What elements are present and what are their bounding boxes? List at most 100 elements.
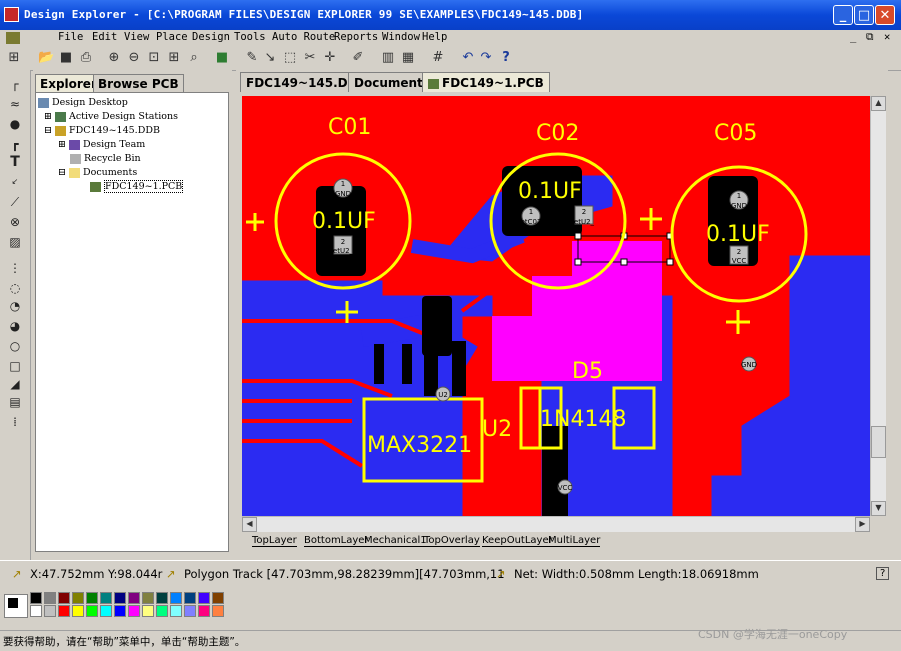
arc-any-tool-icon[interactable]: ◕: [7, 318, 23, 334]
color-swatch[interactable]: [184, 592, 196, 604]
color-swatch[interactable]: [100, 605, 112, 617]
tree-item-database[interactable]: ⊟ FDC149~145.DDB: [44, 125, 160, 136]
component-tool-icon[interactable]: ⋮: [7, 260, 23, 276]
current-color-indicator[interactable]: [4, 594, 28, 618]
color-swatch[interactable]: [72, 592, 84, 604]
color-swatch[interactable]: [100, 592, 112, 604]
wire-tool-icon[interactable]: ≈: [7, 96, 23, 112]
deselect-icon[interactable]: ✂: [302, 50, 318, 66]
color-swatch[interactable]: [170, 605, 182, 617]
redo-icon[interactable]: ↷: [478, 50, 494, 66]
layer-tab-mechanical1[interactable]: Mechanical1: [364, 535, 427, 547]
via-tool-icon[interactable]: ┏: [7, 136, 23, 152]
color-swatch[interactable]: [170, 592, 182, 604]
horizontal-scrollbar[interactable]: ◀ ▶: [242, 516, 870, 532]
zoom-last-icon[interactable]: ⌕: [186, 50, 202, 66]
component-icon[interactable]: ▦: [400, 50, 416, 66]
status-help-button[interactable]: ?: [876, 567, 890, 580]
title-bar[interactable]: Design Explorer - [C:\PROGRAM FILES\DESI…: [0, 0, 901, 30]
maximize-button[interactable]: □: [854, 5, 874, 25]
layer-tab-multilayer[interactable]: MultiLayer: [548, 535, 601, 547]
color-swatch[interactable]: [198, 605, 210, 617]
menu-reports[interactable]: Reports: [334, 31, 378, 43]
color-swatch[interactable]: [156, 592, 168, 604]
mdi-close-button[interactable]: ✕: [884, 31, 890, 43]
browse-icon[interactable]: ■: [214, 50, 230, 66]
array-tool-icon[interactable]: ⁞: [7, 414, 23, 430]
tab-pcb-file[interactable]: FDC149~1.PCB: [422, 72, 550, 92]
text-tool-icon[interactable]: T: [7, 154, 23, 170]
print-icon[interactable]: ⎙: [78, 50, 94, 66]
cross-probe-icon[interactable]: ✎: [244, 50, 260, 66]
pcb-drawing[interactable]: C01 C02 C05 0.1UF 0.1UF 0.1UF D5 1N4148 …: [242, 96, 870, 516]
tab-browse-pcb[interactable]: Browse PCB: [93, 74, 184, 92]
split-plane-tool-icon[interactable]: ▤: [7, 394, 23, 410]
color-swatch[interactable]: [212, 592, 224, 604]
color-swatch[interactable]: [30, 592, 42, 604]
color-swatch[interactable]: [44, 605, 56, 617]
color-swatch[interactable]: [128, 592, 140, 604]
explorer-tree[interactable]: Design Desktop ⊞ Active Design Stations …: [35, 92, 229, 552]
color-swatch[interactable]: [114, 592, 126, 604]
scroll-left-button[interactable]: ◀: [242, 517, 257, 532]
tree-item-documents[interactable]: ⊟ Documents: [58, 167, 137, 178]
color-swatch[interactable]: [44, 592, 56, 604]
coordinate-tool-icon[interactable]: ↙: [7, 174, 23, 190]
color-swatch[interactable]: [114, 605, 126, 617]
color-swatch[interactable]: [184, 605, 196, 617]
menu-edit[interactable]: Edit: [92, 31, 117, 43]
help-icon[interactable]: ?: [498, 50, 514, 66]
scroll-up-button[interactable]: ▲: [871, 96, 886, 111]
room-tool-icon[interactable]: ▨: [7, 234, 23, 250]
layer-tab-bottom[interactable]: BottomLayer: [304, 535, 369, 547]
undo-icon[interactable]: ↶: [460, 50, 476, 66]
color-swatch[interactable]: [86, 605, 98, 617]
layer-tab-keepout[interactable]: KeepOutLayer: [482, 535, 553, 547]
fill-tool-icon[interactable]: □: [7, 358, 23, 374]
color-swatch[interactable]: [86, 592, 98, 604]
menu-auto-route[interactable]: Auto Route: [272, 31, 335, 43]
minimize-button[interactable]: _: [833, 5, 853, 25]
design-manager-icon[interactable]: ⊞: [6, 50, 22, 66]
tree-item-design-desktop[interactable]: Design Desktop: [38, 97, 128, 108]
tree-item-pcb[interactable]: FDC149~1.PCB: [90, 180, 184, 193]
menu-view[interactable]: View: [124, 31, 149, 43]
arc-center-tool-icon[interactable]: ◌: [7, 280, 23, 296]
menu-help[interactable]: Help: [422, 31, 447, 43]
scroll-right-button[interactable]: ▶: [855, 517, 870, 532]
circle-tool-icon[interactable]: ○: [7, 338, 23, 354]
save-icon[interactable]: ■: [58, 50, 74, 66]
scroll-down-button[interactable]: ▼: [871, 501, 886, 516]
origin-tool-icon[interactable]: ⊗: [7, 214, 23, 230]
menu-place[interactable]: Place: [156, 31, 188, 43]
zoom-fit-icon[interactable]: ⊡: [146, 50, 162, 66]
dimension-tool-icon[interactable]: ⟋: [7, 194, 23, 210]
color-swatch[interactable]: [142, 592, 154, 604]
select-icon[interactable]: ⬚: [282, 50, 298, 66]
tree-item-recycle-bin[interactable]: Recycle Bin: [70, 153, 141, 164]
track-tool-icon[interactable]: ┌: [7, 76, 23, 92]
color-swatch[interactable]: [156, 605, 168, 617]
color-swatch[interactable]: [128, 605, 140, 617]
color-swatch[interactable]: [58, 605, 70, 617]
menu-window[interactable]: Window: [382, 31, 420, 43]
scroll-thumb-vertical[interactable]: [871, 426, 886, 458]
menu-tools[interactable]: Tools: [234, 31, 266, 43]
move-icon[interactable]: ✛: [322, 50, 338, 66]
layer-tab-top-overlay[interactable]: TopOverlay: [424, 535, 480, 547]
highlight-icon[interactable]: ✐: [350, 50, 366, 66]
color-swatch[interactable]: [212, 605, 224, 617]
vertical-scrollbar[interactable]: ▲ ▼: [870, 96, 886, 516]
polygon-tool-icon[interactable]: ◢: [7, 376, 23, 392]
color-swatch[interactable]: [198, 592, 210, 604]
mdi-restore-button[interactable]: ⧉: [866, 31, 874, 44]
zoom-area-icon[interactable]: ⊞: [166, 50, 182, 66]
arc-edge-tool-icon[interactable]: ◔: [7, 298, 23, 314]
layer-tab-top[interactable]: TopLayer: [252, 535, 297, 547]
library-icon[interactable]: ▥: [380, 50, 396, 66]
grid-icon[interactable]: #: [430, 50, 446, 66]
pad-tool-icon[interactable]: ●: [7, 116, 23, 132]
route-icon[interactable]: ↘: [262, 50, 278, 66]
open-folder-icon[interactable]: 📂: [38, 50, 54, 66]
color-swatch[interactable]: [58, 592, 70, 604]
